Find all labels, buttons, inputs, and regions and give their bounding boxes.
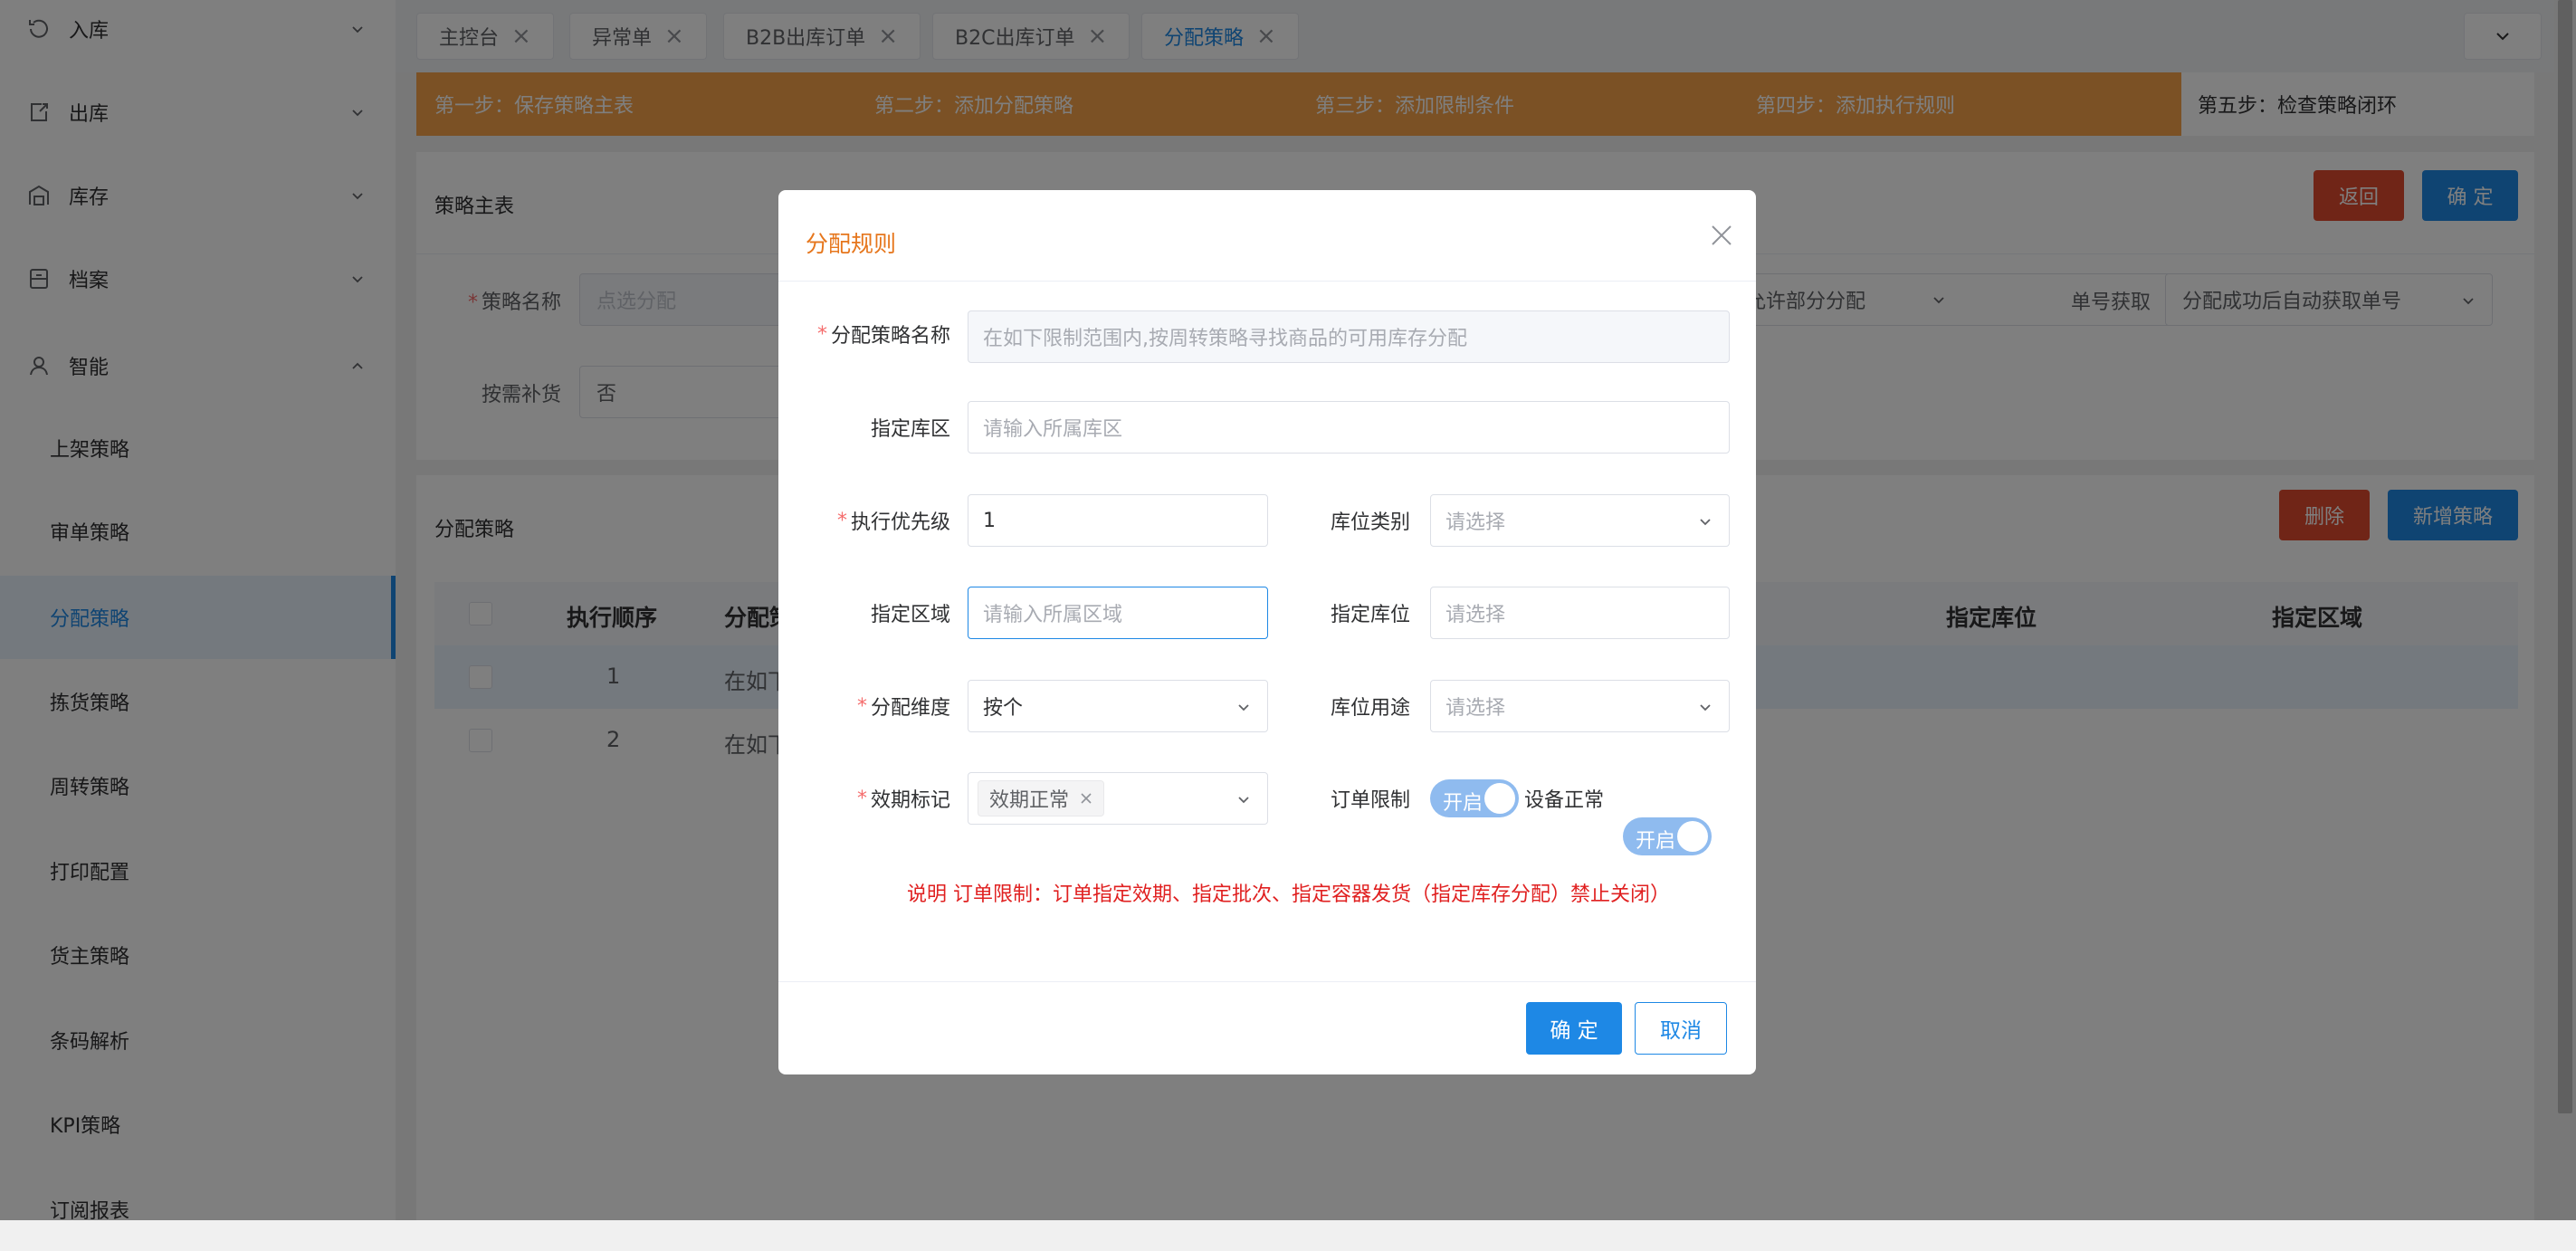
location-input[interactable]: 请选择	[1430, 587, 1730, 639]
zone-label: 指定库区	[870, 418, 950, 441]
chevron-down-icon	[1700, 704, 1711, 711]
allocation-rule-dialog: 分配规则 * 分配策略名称 在如下限制范围内,按周转策略寻找商品的可用库存分配 指…	[778, 190, 1756, 1074]
switch-text: 开启	[1443, 792, 1484, 815]
location-type-placeholder: 请选择	[1445, 511, 1506, 534]
strategy-name-value: 在如下限制范围内,按周转策略寻找商品的可用库存分配	[983, 328, 1467, 350]
area-input[interactable]: 请输入所属区域	[968, 587, 1268, 639]
dialog-confirm-button[interactable]: 确 定	[1526, 1002, 1622, 1055]
usage-label: 库位用途	[1331, 697, 1411, 720]
location-type-select[interactable]: 请选择	[1430, 494, 1730, 547]
expiry-label: * 效期标记	[856, 787, 950, 813]
device-switch[interactable]: 开启	[1623, 817, 1712, 855]
dialog-header-divider	[778, 281, 1756, 282]
zone-placeholder: 请输入所属库区	[983, 418, 1123, 441]
priority-input[interactable]: 1	[968, 494, 1268, 547]
dimension-label: * 分配维度	[856, 694, 950, 721]
usage-placeholder: 请选择	[1445, 697, 1506, 720]
dimension-select[interactable]: 按个	[968, 680, 1268, 732]
switch-text: 开启	[1636, 830, 1676, 853]
switch-knob	[1484, 783, 1515, 814]
dialog-note: 说明 订单限制：订单指定效期、指定批次、指定容器发货（指定库存分配）禁止关闭）	[907, 883, 1670, 906]
expiry-tag-label: 效期正常	[989, 789, 1070, 812]
close-icon[interactable]	[1703, 217, 1740, 253]
dialog-footer-divider	[778, 981, 1756, 982]
chevron-down-icon	[1238, 797, 1249, 804]
location-label: 指定库位	[1331, 604, 1411, 626]
device-label: 设备正常	[1524, 789, 1605, 812]
strategy-name-label: * 分配策略名称	[816, 322, 950, 349]
strategy-name-input[interactable]: 在如下限制范围内,按周转策略寻找商品的可用库存分配	[968, 310, 1730, 363]
chevron-down-icon	[1700, 519, 1711, 526]
dialog-cancel-button[interactable]: 取消	[1635, 1002, 1727, 1055]
expiry-select[interactable]: 效期正常	[968, 772, 1268, 825]
switch-knob	[1677, 821, 1708, 852]
area-placeholder: 请输入所属区域	[983, 604, 1123, 626]
expiry-tag: 效期正常	[978, 780, 1105, 816]
chevron-down-icon	[1238, 704, 1249, 711]
close-icon[interactable]	[1080, 792, 1092, 805]
order-limit-switch[interactable]: 开启	[1430, 779, 1519, 817]
zone-input[interactable]: 请输入所属库区	[968, 401, 1730, 454]
dimension-value: 按个	[983, 697, 1024, 720]
area-label: 指定区域	[870, 604, 950, 626]
dialog-title: 分配规则	[806, 231, 897, 257]
usage-select[interactable]: 请选择	[1430, 680, 1730, 732]
priority-label: * 执行优先级	[836, 509, 950, 535]
priority-value: 1	[983, 509, 996, 532]
location-type-label: 库位类别	[1331, 511, 1411, 534]
location-placeholder: 请选择	[1445, 604, 1506, 626]
order-limit-label: 订单限制	[1331, 789, 1411, 812]
